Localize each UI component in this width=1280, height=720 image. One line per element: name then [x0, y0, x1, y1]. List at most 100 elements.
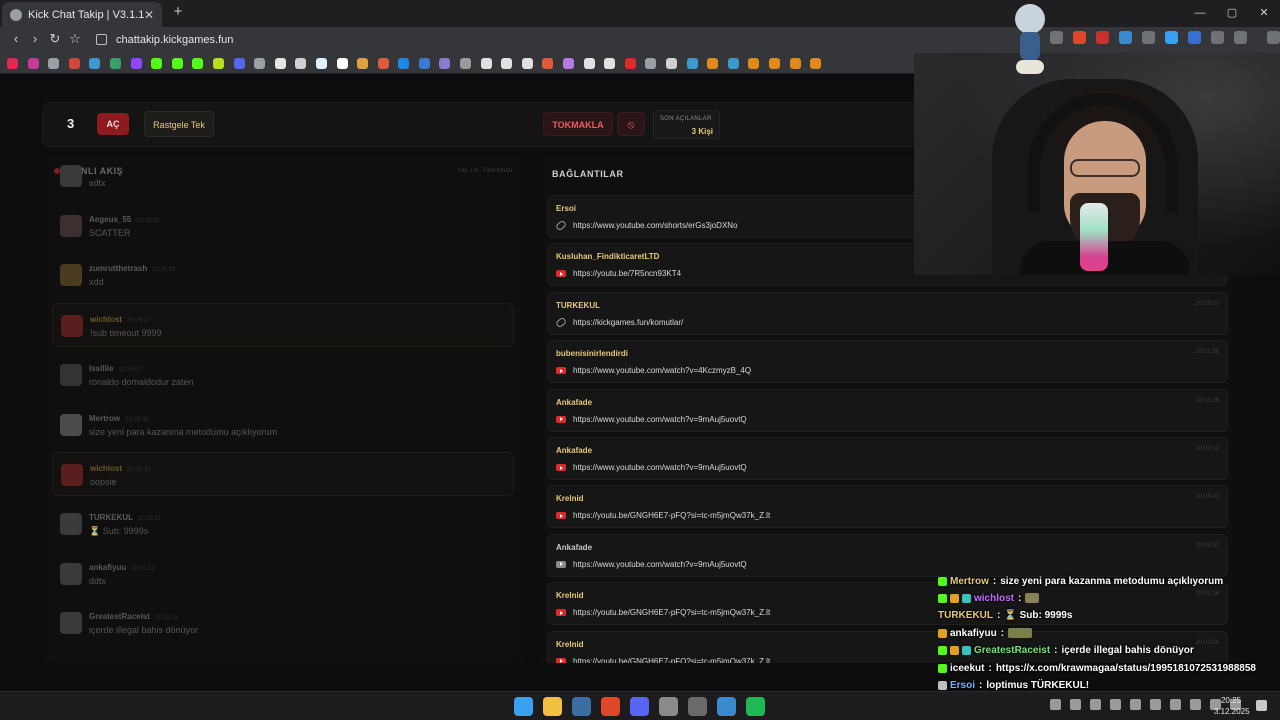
bookmark-icon[interactable] [810, 57, 822, 69]
link-item[interactable]: Ankafade https://www.youtube.com/watch?v=… [547, 388, 1228, 432]
link-url[interactable]: https://www.youtube.com/watch?v=9mAuj5uo… [573, 415, 747, 424]
extension-icon[interactable] [1165, 31, 1178, 44]
taskbar-clock[interactable]: 20:25 3.12.2025 [1214, 695, 1250, 717]
bookmark-icon[interactable] [295, 57, 307, 69]
bookmark-icon[interactable] [645, 57, 657, 69]
menu-icon[interactable] [1267, 31, 1280, 44]
bookmark-icon[interactable] [686, 57, 698, 69]
bookmark-icon[interactable] [501, 57, 513, 69]
bookmark-icon[interactable] [666, 57, 677, 69]
bookmark-page-button[interactable]: ☆ [67, 31, 83, 47]
discord-icon[interactable] [630, 697, 649, 716]
steam-icon[interactable] [572, 697, 591, 716]
bookmark-icon[interactable] [89, 57, 101, 69]
bookmark-icon[interactable] [398, 57, 410, 69]
bookmark-icon[interactable] [151, 57, 163, 69]
minimize-button[interactable]: — [1184, 0, 1216, 27]
bookmark-icon[interactable] [542, 57, 554, 69]
bookmark-icon[interactable] [789, 57, 801, 69]
battery-icon[interactable] [1070, 699, 1081, 710]
open-button[interactable]: AÇ [97, 113, 129, 135]
bookmark-icon[interactable] [583, 57, 595, 69]
link-url[interactable]: https://youtu.be/GNGH6E7-pFQ?si=tc-m5jmQ… [573, 608, 770, 617]
link-item[interactable]: TURKEKUL https://kickgames.fun/komutlar/2… [547, 291, 1228, 335]
link-item[interactable]: bubenisinirlendirdi https://www.youtube.c… [547, 340, 1228, 384]
link-url[interactable]: https://www.youtube.com/watch?v=9mAuj5uo… [573, 560, 747, 569]
bookmark-icon[interactable] [377, 57, 389, 69]
link-url[interactable]: https://youtu.be/GNGH6E7-pFQ?si=tc-m5jmQ… [573, 511, 770, 520]
notification-icon[interactable] [1256, 700, 1267, 711]
bookmark-icon[interactable] [48, 57, 60, 69]
obs-icon[interactable] [688, 697, 707, 716]
address-bar[interactable]: chattakip.kickgames.fun [90, 30, 990, 50]
new-tab-button[interactable]: + [170, 4, 186, 20]
reload-button[interactable]: ↻ [47, 31, 63, 47]
tab-kick-chat-takip[interactable]: Kick Chat Takip | V3.1.1 ✕ [2, 2, 162, 27]
tray-app-icon[interactable] [1090, 699, 1101, 710]
bookmark-icon[interactable] [68, 57, 80, 69]
bookmark-icon[interactable] [439, 57, 451, 69]
brave-shields-icon[interactable] [1073, 31, 1086, 44]
bookmark-icon[interactable] [254, 57, 266, 69]
bookmark-icon[interactable] [274, 57, 286, 69]
bookmark-icon[interactable] [130, 57, 142, 69]
bookmark-icon[interactable] [109, 57, 121, 69]
steam-tray-icon[interactable] [1110, 699, 1121, 710]
bookmark-icon[interactable] [480, 57, 492, 69]
extension-icon[interactable] [1119, 31, 1132, 44]
bookmark-icon[interactable] [357, 57, 369, 69]
extension-icon[interactable] [1142, 31, 1155, 44]
link-url[interactable]: https://www.youtube.com/shorts/erGs3joDX… [573, 221, 738, 230]
bookmark-icon[interactable] [171, 57, 183, 69]
bookmark-icon[interactable] [460, 57, 472, 69]
chevron-up-icon[interactable] [1050, 699, 1061, 710]
bookmark-icon[interactable] [418, 57, 430, 69]
bookmark-icon[interactable] [233, 57, 245, 69]
tab-close-button[interactable]: ✕ [144, 8, 154, 22]
brave-icon[interactable] [601, 697, 620, 716]
count-input[interactable]: 3 [57, 111, 89, 137]
extension-icon[interactable] [1188, 31, 1201, 44]
bookmark-icon[interactable] [192, 57, 204, 69]
tray-app-icon[interactable] [1190, 699, 1201, 710]
share-icon[interactable] [1050, 31, 1063, 44]
extensions-puzzle-icon[interactable] [1211, 31, 1224, 44]
sidebar-icon[interactable] [1234, 31, 1247, 44]
link-url[interactable]: https://kickgames.fun/komutlar/ [573, 318, 683, 327]
back-button[interactable]: ‹ [8, 31, 24, 47]
tray-app-icon[interactable] [1130, 699, 1141, 710]
link-item[interactable]: Krelnid https://youtu.be/GNGH6E7-pFQ?si=t… [547, 485, 1228, 529]
windows-start-icon[interactable] [514, 697, 533, 716]
maximize-button[interactable]: ▢ [1216, 0, 1248, 27]
bookmark-icon[interactable] [7, 57, 18, 69]
bookmark-icon[interactable] [604, 57, 616, 69]
close-window-button[interactable]: ✕ [1248, 0, 1280, 27]
site-info-icon[interactable] [96, 34, 107, 45]
random-single-button[interactable]: Rastgele Tek [144, 111, 214, 137]
volume-icon[interactable] [1150, 699, 1161, 710]
link-url[interactable]: https://www.youtube.com/watch?v=9mAuj5uo… [573, 463, 747, 472]
link-url[interactable]: https://youtu.be/7R5ncn93KT4 [573, 269, 681, 278]
forward-button[interactable]: › [27, 31, 43, 47]
link-url[interactable]: https://youtu.be/GNGH6E7-pFQ?si=tc-m5jmQ… [573, 657, 770, 663]
bookmark-icon[interactable] [336, 57, 348, 69]
bookmark-icon[interactable] [727, 57, 739, 69]
bookmark-icon[interactable] [315, 57, 327, 69]
link-item[interactable]: Ankafade https://www.youtube.com/watch?v=… [547, 533, 1228, 577]
extension-icon[interactable] [1096, 31, 1109, 44]
microphone-icon[interactable] [1170, 699, 1181, 710]
app-icon[interactable] [659, 697, 678, 716]
tokmakla-button[interactable]: TOKMAKLA [543, 112, 613, 136]
bookmark-icon[interactable] [521, 57, 533, 69]
bookmark-icon[interactable] [563, 57, 575, 69]
bookmark-icon[interactable] [707, 57, 719, 69]
link-item[interactable]: Ankafade https://www.youtube.com/watch?v=… [547, 437, 1228, 480]
battlenet-icon[interactable] [717, 697, 736, 716]
file-explorer-icon[interactable] [543, 697, 562, 716]
ban-icon[interactable]: ⦸ [617, 112, 645, 136]
spotify-icon[interactable] [746, 697, 765, 716]
bookmark-icon[interactable] [212, 57, 224, 69]
bookmark-icon[interactable] [748, 57, 760, 69]
bookmark-icon[interactable] [624, 57, 636, 69]
bookmark-icon[interactable] [768, 57, 780, 69]
